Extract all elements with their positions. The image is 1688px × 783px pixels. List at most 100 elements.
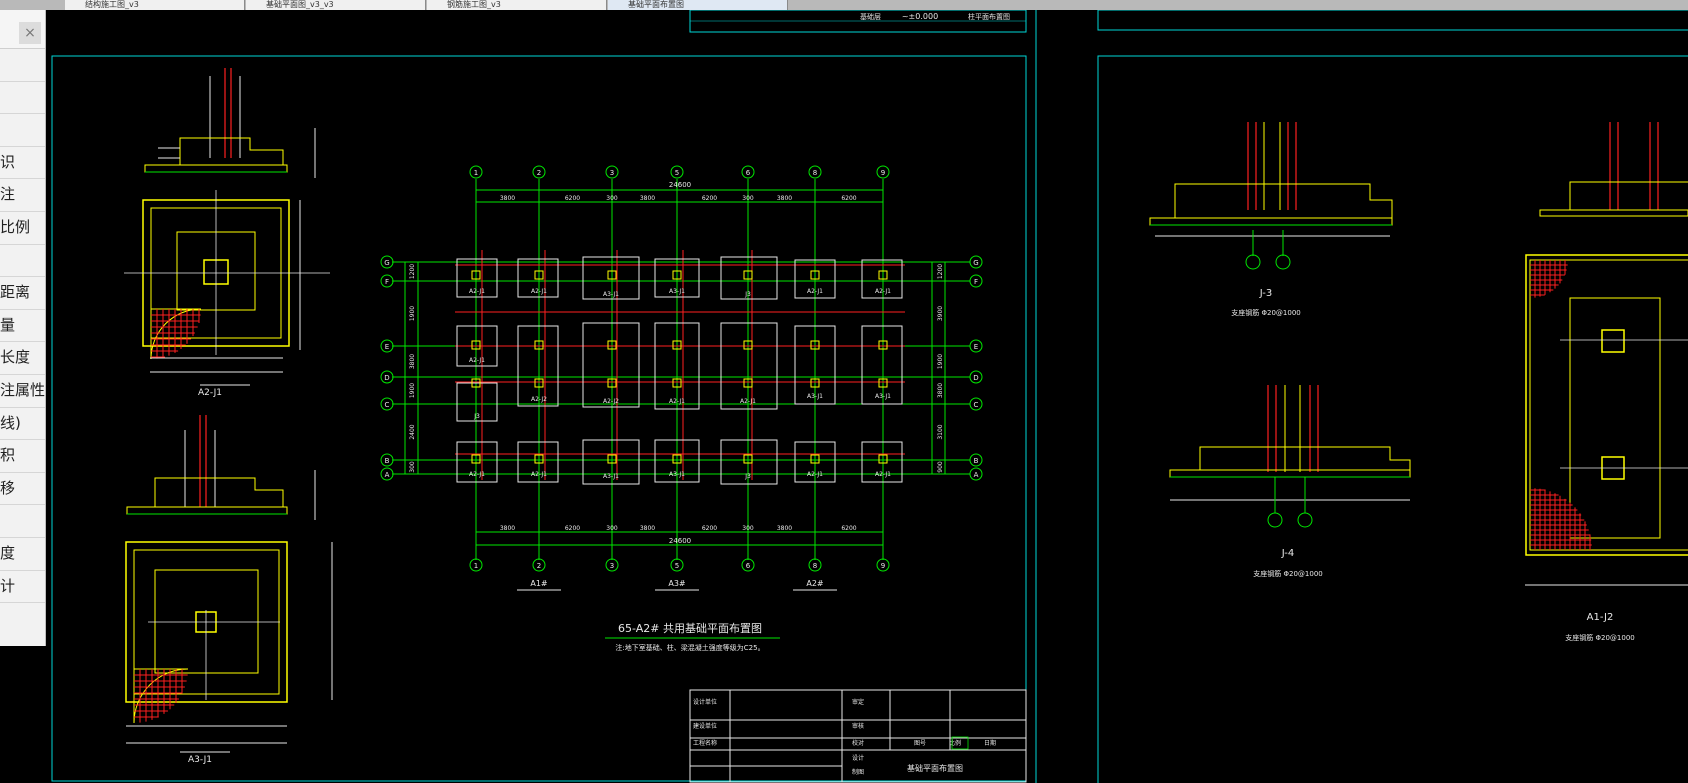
axis-label: 3 [610, 562, 614, 570]
axis-bubble [1267, 512, 1283, 528]
dim-text: 1900 [937, 354, 944, 369]
plan-note: 注:地下室基础、柱、梁混凝土强度等级为C25。 [615, 643, 764, 652]
title-block-scale: 日期 [984, 739, 996, 747]
palette-item[interactable]: 线) [0, 408, 45, 441]
detail-label: A2-J1 [198, 388, 222, 398]
palette-item[interactable]: 距离 [0, 277, 45, 310]
palette-list: 识注比例距离量长度 注属性 线) 积移度计 [0, 49, 45, 604]
dim-text: 3800 [409, 354, 416, 369]
footing-outline [720, 322, 778, 410]
title-block-label: 审定 [852, 698, 864, 706]
plan-title: 65-A2# 共用基础平面布置图 [618, 622, 762, 635]
axis-label: 1 [474, 169, 478, 177]
title-block-row: 工程名称 [693, 739, 717, 747]
footing-section [1199, 446, 1411, 470]
column-plan [1601, 329, 1625, 353]
title-block-label: 审核 [852, 722, 864, 730]
axis-label: 1 [474, 562, 478, 570]
title-block-label: 设计 [852, 754, 864, 762]
axis-label: G [973, 259, 978, 267]
axis-label: B [385, 457, 390, 465]
axis-label: 5 [675, 169, 679, 177]
palette-item[interactable]: 注属性 [0, 375, 45, 408]
axis-label: 2 [537, 562, 541, 570]
footing-label: A2-J1 [469, 471, 485, 478]
axis-label: 9 [881, 562, 885, 570]
footing-base [1539, 209, 1688, 217]
rebar-hatch [150, 308, 202, 360]
dim-text: 3800 [500, 195, 515, 202]
sheet-frame-right [1097, 55, 1688, 783]
footing-label: A3-J1 [603, 291, 619, 298]
axis-label: D [384, 374, 389, 382]
detail-note: 支座钢筋 Φ20@1000 [1565, 633, 1634, 642]
axis-label: 8 [813, 562, 817, 570]
document-tab-bar: 结构施工图_v3 基础平面图_v3_v3 钢筋施工图_v3 基础平面布置图 [0, 0, 1688, 10]
palette-item[interactable]: 识 [0, 147, 45, 180]
header-frame-right [1097, 10, 1688, 31]
detail-label: A3-J1 [188, 755, 212, 765]
axis-label: C [385, 401, 390, 409]
footing-label: A3-J1 [669, 288, 685, 295]
palette-item[interactable]: 度 [0, 538, 45, 571]
palette-item[interactable]: 移 [0, 473, 45, 506]
palette-item[interactable]: 长度 [0, 342, 45, 375]
dim-text: 3800 [937, 383, 944, 398]
dim-text: 6200 [565, 525, 580, 532]
palette-item[interactable]: 积 [0, 440, 45, 473]
footing-base [1149, 217, 1393, 226]
close-icon[interactable]: × [19, 22, 41, 44]
axis-label: E [385, 343, 389, 351]
title-block-row: 建设单位 [693, 722, 717, 730]
cad-drawing-canvas[interactable]: 基础层 ~±0.000 柱平面布置图 A2-J1 A3-J1 1 1 2 2 3 3 5 5 6 6 8 8 9 9… [0, 10, 1688, 783]
axis-label: 6 [746, 562, 751, 570]
rebar-hatch [1530, 260, 1592, 550]
palette-item[interactable] [0, 114, 45, 147]
rebar-hatch [133, 668, 189, 724]
footing-label: A2-J1 [669, 398, 685, 405]
title-block-scale: 图号 [914, 740, 926, 747]
palette-item[interactable] [0, 82, 45, 115]
footing-plan-inner [154, 569, 259, 674]
footing-label: A2-J1 [531, 471, 547, 478]
document-tab-active[interactable]: 基础平面布置图 [608, 0, 788, 10]
dim-text: 300 [742, 525, 754, 532]
footing-section [1174, 183, 1393, 218]
document-tab[interactable]: 结构施工图_v3 [65, 0, 245, 10]
title-block-scale: 比例 [949, 739, 961, 747]
axis-label: 2 [537, 169, 541, 177]
palette-item[interactable] [0, 49, 45, 82]
dim-text: 3900 [937, 306, 944, 321]
title-block-label: 制图 [852, 768, 864, 776]
palette-item[interactable]: 计 [0, 571, 45, 604]
footing-label: A2-J1 [807, 471, 823, 478]
dim-text: 1900 [409, 383, 416, 398]
axis-label: F [974, 278, 978, 286]
palette-item[interactable] [0, 245, 45, 278]
axis-label: 9 [881, 169, 885, 177]
dim-text: 3800 [777, 195, 792, 202]
footing-label: A2-J1 [740, 398, 756, 405]
detail-note: 支座钢筋 Φ20@1000 [1231, 308, 1300, 317]
axis-bubble [1275, 254, 1291, 270]
dim-text: 6200 [702, 525, 717, 532]
palette-item[interactable]: 量 [0, 310, 45, 343]
palette-item[interactable] [0, 505, 45, 538]
axis-label: A [385, 471, 390, 479]
part-label: A1# [530, 579, 548, 588]
footing-label: A2-J1 [807, 288, 823, 295]
axis-label: 3 [610, 169, 614, 177]
detail-note: 支座钢筋 Φ20@1000 [1253, 569, 1322, 578]
axis-label: F [385, 278, 389, 286]
title-block-project: 基础平面布置图 [907, 763, 963, 773]
document-tab[interactable]: 钢筋施工图_v3 [427, 0, 607, 10]
palette-item[interactable]: 注 [0, 179, 45, 212]
header-prefix: 基础层 [860, 12, 881, 21]
tool-palette: × 识注比例距离量长度 注属性 线) 积移度计 [0, 10, 46, 646]
document-tab[interactable]: 基础平面图_v3_v3 [246, 0, 426, 10]
dim-text: 300 [742, 195, 754, 202]
palette-item[interactable]: 比例 [0, 212, 45, 245]
dim-text: 3800 [500, 525, 515, 532]
dim-text: 3800 [640, 195, 655, 202]
dim-total: 24600 [669, 181, 691, 189]
